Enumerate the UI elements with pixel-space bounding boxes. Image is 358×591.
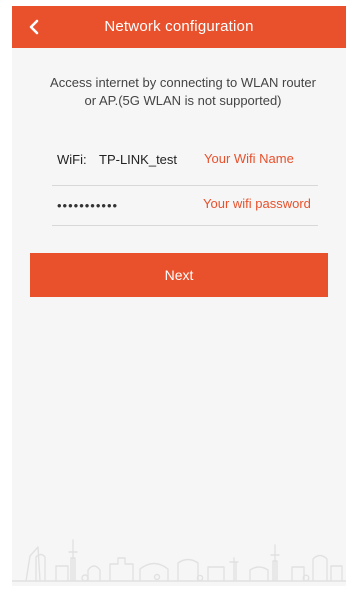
password-row: Your wifi password: [53, 194, 337, 216]
wifi-password-field[interactable]: [53, 194, 198, 216]
wifi-divider: [52, 185, 318, 186]
connection-instructions: Access internet by connecting to WLAN ro…: [50, 75, 316, 108]
app-header: Network configuration: [12, 6, 346, 48]
password-divider: [52, 225, 318, 226]
wifi-name-value: TP-LINK_test: [99, 152, 178, 167]
wifi-label: WiFi:: [57, 152, 87, 167]
network-config-screen: Network configuration Access internet by…: [12, 6, 346, 586]
next-button[interactable]: Next: [30, 253, 328, 297]
page-title: Network configuration: [104, 18, 254, 35]
wifi-name-row: WiFi: TP-LINK_test Your Wifi Name: [57, 150, 337, 170]
wifi-password-hint: Your wifi password: [203, 196, 311, 211]
wifi-name-hint: Your Wifi Name: [204, 151, 294, 166]
city-skyline-icon: [12, 539, 346, 582]
